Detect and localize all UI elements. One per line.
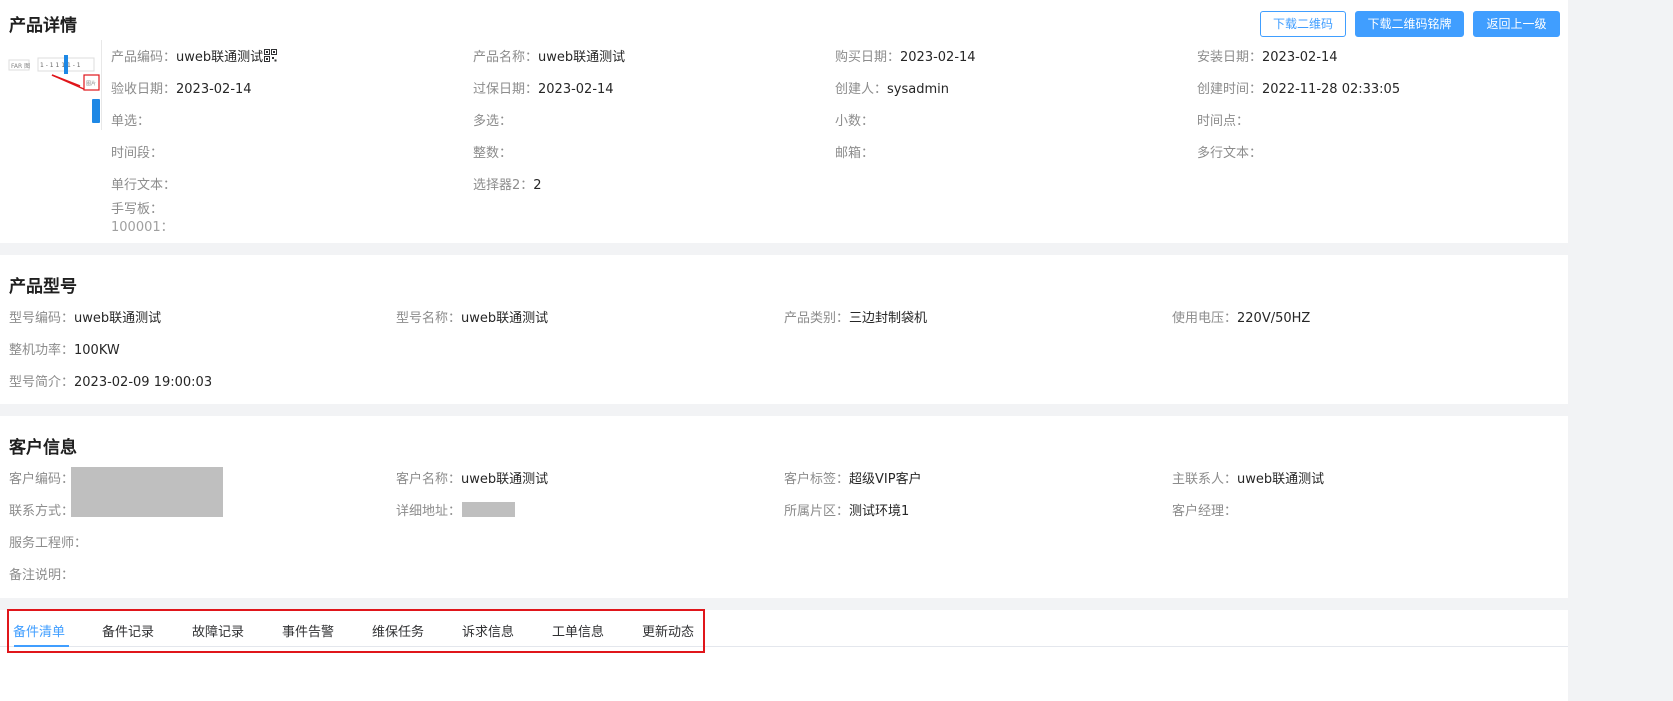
field-power: 整机功率：100KW	[9, 343, 120, 358]
tab-requests[interactable]: 诉求信息	[462, 621, 514, 640]
customer-info-section: 客户信息 客户编码： 客户名称：uweb联通测试 客户标签：超级VIP客户 主联…	[0, 416, 1568, 598]
field-selector-2: 选择器2：2	[473, 178, 542, 193]
download-qr-button[interactable]: 下载二维码	[1260, 11, 1346, 37]
field-single-choice: 单选：	[111, 114, 151, 129]
field-region: 所属片区：测试环境1	[784, 504, 910, 519]
field-handwriting: 手写板：	[111, 202, 164, 217]
field-created-time: 创建时间：2022-11-28 02:33:05	[1197, 82, 1401, 97]
field-main-contact: 主联系人：uweb联通测试	[1172, 472, 1325, 487]
product-model-section: 产品型号 型号编码：uweb联通测试 型号名称：uweb联通测试 产品类别：三边…	[0, 255, 1568, 404]
download-qr-plate-button[interactable]: 下载二维码铭牌	[1355, 11, 1464, 37]
field-model-name: 型号名称：uweb联通测试	[396, 311, 549, 326]
field-product-category: 产品类别：三边封制袋机	[784, 311, 928, 326]
detail-tabs-highlight: 备件清单 备件记录 故障记录 事件告警 维保任务 诉求信息 工单信息 更新动态	[7, 609, 705, 653]
field-contact-method: 联系方式：	[9, 504, 75, 519]
tab-maintenance-tasks[interactable]: 维保任务	[372, 621, 424, 640]
field-multi-choice: 多选：	[473, 114, 513, 129]
field-service-engineer: 服务工程师：	[9, 536, 88, 551]
field-remarks: 备注说明：	[9, 568, 75, 583]
field-product-name: 产品名称：uweb联通测试	[473, 50, 626, 65]
field-voltage: 使用电压：220V/50HZ	[1172, 311, 1311, 326]
field-address: 详细地址：	[396, 504, 462, 519]
redacted-customer-contact-block	[71, 467, 223, 517]
field-time-point: 时间点：	[1197, 114, 1250, 129]
product-model-title: 产品型号	[9, 277, 77, 297]
svg-text:1 - 1 1 1 1 - 1: 1 - 1 1 1 1 - 1	[40, 62, 81, 69]
field-email: 邮箱：	[835, 146, 875, 161]
customer-info-title: 客户信息	[9, 438, 77, 458]
field-multiline-text: 多行文本：	[1197, 146, 1263, 161]
tab-event-alarms[interactable]: 事件告警	[282, 621, 334, 640]
qrcode-icon[interactable]	[264, 49, 278, 66]
field-install-date: 安装日期：2023-02-14	[1197, 50, 1338, 65]
field-customer-tag: 客户标签：超级VIP客户	[784, 472, 922, 487]
field-model-intro: 型号简介：2023-02-09 19:00:03	[9, 375, 213, 390]
tab-work-orders[interactable]: 工单信息	[552, 621, 604, 640]
tab-spare-parts-list[interactable]: 备件清单	[13, 621, 65, 640]
field-purchase-date: 购买日期：2023-02-14	[835, 50, 976, 65]
field-single-line-text: 单行文本：	[111, 178, 177, 193]
field-integer: 整数：	[473, 146, 513, 161]
tab-updates[interactable]: 更新动态	[642, 621, 694, 640]
product-image[interactable]: FAR 图 1 - 1 1 1 1 - 1 图片	[8, 40, 102, 130]
field-customer-name: 客户名称：uweb联通测试	[396, 472, 549, 487]
back-button[interactable]: 返回上一级	[1473, 11, 1560, 37]
svg-text:图片: 图片	[86, 80, 96, 87]
field-customer-code: 客户编码：	[9, 472, 75, 487]
field-time-range: 时间段：	[111, 146, 164, 161]
field-model-code: 型号编码：uweb联通测试	[9, 311, 162, 326]
field-account-manager: 客户经理：	[1172, 504, 1238, 519]
product-detail-section: 产品详情 下载二维码 下载二维码铭牌 返回上一级 FAR 图 1 - 1 1 1…	[0, 0, 1568, 243]
product-detail-title: 产品详情	[9, 16, 77, 36]
field-product-code: 产品编码：uweb联通测试	[111, 46, 278, 66]
field-acceptance-date: 验收日期：2023-02-14	[111, 82, 252, 97]
tab-spare-parts-records[interactable]: 备件记录	[102, 621, 154, 640]
svg-text:FAR 图: FAR 图	[11, 63, 30, 70]
redacted-address-block	[462, 502, 515, 517]
field-decimal: 小数：	[835, 114, 875, 129]
active-tab-indicator	[14, 645, 69, 647]
handwriting-value: 100001：	[111, 220, 174, 235]
field-warranty-expiry: 过保日期：2023-02-14	[473, 82, 614, 97]
field-creator: 创建人：sysadmin	[835, 82, 949, 97]
tab-fault-records[interactable]: 故障记录	[192, 621, 244, 640]
